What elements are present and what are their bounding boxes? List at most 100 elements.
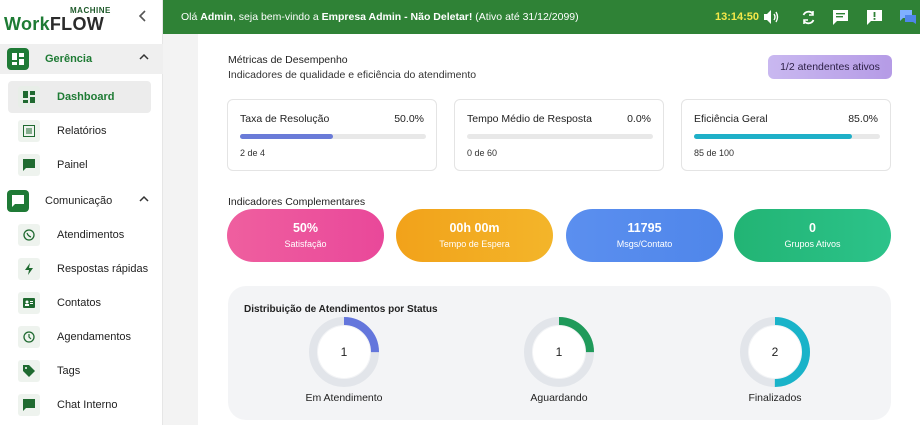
complementary-title: Indicadores Complementares xyxy=(228,196,366,208)
report-icon xyxy=(18,120,40,142)
welcome-mid: , seja bem-vindo a xyxy=(232,11,322,23)
indicator-value: 00h 00m xyxy=(449,221,500,235)
sidebar-section-gerencia[interactable]: Gerência xyxy=(0,44,163,74)
refresh-icon xyxy=(802,10,814,24)
sidebar-item-atendimentos[interactable]: Atendimentos xyxy=(0,218,163,252)
chat-bubbles-icon xyxy=(900,9,916,24)
refresh-button[interactable] xyxy=(799,8,817,26)
status-donut: 1 xyxy=(308,316,380,388)
section-label-gerencia: Gerência xyxy=(45,53,93,65)
metric-progress-track xyxy=(467,134,653,139)
alert-message-icon xyxy=(866,9,882,25)
sidebar-item-relatorios[interactable]: Relatórios xyxy=(0,114,163,148)
welcome-user: Admin xyxy=(200,11,233,23)
chevron-up-icon xyxy=(139,195,149,202)
metric-percent: 85.0% xyxy=(848,113,878,125)
sidebar: MACHINE WorkFLOW Gerência Dashboard Rela… xyxy=(0,0,163,425)
sidebar-item-label: Tags xyxy=(57,365,81,377)
sidebar-item-label: Atendimentos xyxy=(57,229,125,241)
brand-logo: MACHINE WorkFLOW xyxy=(4,6,134,34)
chat-section-icon xyxy=(7,190,29,212)
sidebar-item-label: Painel xyxy=(57,159,88,171)
whatsapp-icon xyxy=(18,224,40,246)
sidebar-item-chat-interno[interactable]: Chat Interno xyxy=(0,388,163,422)
message-icon xyxy=(832,9,848,25)
metric-percent: 0.0% xyxy=(627,113,651,125)
metric-progress-fill xyxy=(694,134,853,139)
sidebar-nav: Gerência Dashboard Relatórios Painel Com… xyxy=(0,44,163,422)
indicator-label: Grupos Ativos xyxy=(784,239,841,249)
alerts-button[interactable] xyxy=(865,8,883,26)
metric-card: Eficiência Geral 85.0% 85 de 100 xyxy=(681,99,891,171)
metric-name: Taxa de Resolução xyxy=(240,113,330,125)
indicator-label: Satisfação xyxy=(284,239,327,249)
brand-work: Work xyxy=(4,14,50,34)
metric-name: Eficiência Geral xyxy=(694,113,768,125)
sidebar-item-label: Chat Interno xyxy=(57,399,118,411)
welcome-prefix: Olá xyxy=(181,11,201,23)
volume-icon xyxy=(764,10,779,24)
active-agents-badge: 1/2 atendentes ativos xyxy=(768,55,892,79)
status-donut: 2 xyxy=(739,316,811,388)
top-bar: Olá Admin, seja bem-vindo a Empresa Admi… xyxy=(163,0,920,34)
performance-title: Métricas de Desempenho xyxy=(228,54,348,66)
main-content: Métricas de Desempenho Indicadores de qu… xyxy=(198,34,920,425)
metric-name: Tempo Médio de Resposta xyxy=(467,113,592,125)
status-donut: 1 xyxy=(523,316,595,388)
sidebar-item-dashboard[interactable]: Dashboard xyxy=(0,80,163,114)
chat-button[interactable] xyxy=(899,8,917,26)
donut-value: 2 xyxy=(772,345,779,359)
metric-percent: 50.0% xyxy=(394,113,424,125)
chevron-left-icon xyxy=(138,10,146,22)
sidebar-item-painel[interactable]: Painel xyxy=(0,148,163,182)
chat-icon xyxy=(18,394,40,416)
indicator-card: 00h 00m Tempo de Espera xyxy=(396,209,553,262)
dashboard-section-icon xyxy=(7,48,29,70)
collapse-sidebar-button[interactable] xyxy=(136,10,150,24)
sidebar-item-label: Dashboard xyxy=(57,91,115,103)
sidebar-item-label: Agendamentos xyxy=(57,331,131,343)
metric-progress-fill xyxy=(240,134,333,139)
donut-label: Finalizados xyxy=(748,392,802,404)
content-gutter xyxy=(163,34,198,425)
metric-detail: 0 de 60 xyxy=(467,148,498,158)
performance-subtitle: Indicadores de qualidade e eficiência do… xyxy=(228,69,477,81)
messages-button[interactable] xyxy=(831,8,849,26)
section-label-comunicacao: Comunicação xyxy=(45,195,113,207)
donut-label: Em Atendimento xyxy=(305,392,383,404)
indicator-card: 0 Grupos Ativos xyxy=(734,209,891,262)
sidebar-item-respostas-rapidas[interactable]: Respostas rápidas xyxy=(0,252,163,286)
chat-icon xyxy=(18,154,40,176)
donut-value: 1 xyxy=(556,345,563,359)
contact-card-icon xyxy=(18,292,40,314)
app-root: MACHINE WorkFLOW Gerência Dashboard Rela… xyxy=(0,0,920,425)
metric-detail: 85 de 100 xyxy=(694,148,735,158)
lightning-icon xyxy=(18,258,40,280)
metric-card: Taxa de Resolução 50.0% 2 de 4 xyxy=(227,99,437,171)
indicator-value: 11795 xyxy=(627,221,662,235)
metric-progress-track xyxy=(240,134,426,139)
indicator-value: 50% xyxy=(292,221,319,235)
metric-progress-track xyxy=(694,134,880,139)
indicator-label: Tempo de Espera xyxy=(439,239,510,249)
status-distribution-panel: Distribuição de Atendimentos por Status … xyxy=(228,286,891,420)
dashboard-icon xyxy=(18,86,40,108)
sidebar-item-label: Contatos xyxy=(57,297,102,309)
clock-icon xyxy=(18,326,40,348)
chevron-up-icon xyxy=(139,53,149,60)
indicator-card: 50% Satisfação xyxy=(227,209,384,262)
indicator-card: 11795 Msgs/Contato xyxy=(566,209,723,262)
sidebar-item-tags[interactable]: Tags xyxy=(0,354,163,388)
sidebar-item-label: Relatórios xyxy=(57,125,107,137)
brand-flow: FLOW xyxy=(49,14,105,34)
indicator-label: Msgs/Contato xyxy=(616,239,673,249)
sidebar-item-agendamentos[interactable]: Agendamentos xyxy=(0,320,163,354)
welcome-message: Olá Admin, seja bem-vindo a Empresa Admi… xyxy=(181,11,579,23)
sidebar-section-comunicacao[interactable]: Comunicação xyxy=(0,186,163,216)
volume-button[interactable] xyxy=(763,8,781,26)
sidebar-item-contatos[interactable]: Contatos xyxy=(0,286,163,320)
clock: 13:14:50 xyxy=(715,11,760,23)
brand-workflow: WorkFLOW xyxy=(4,14,104,35)
distribution-title: Distribuição de Atendimentos por Status xyxy=(244,304,438,315)
donut-value: 1 xyxy=(341,345,348,359)
